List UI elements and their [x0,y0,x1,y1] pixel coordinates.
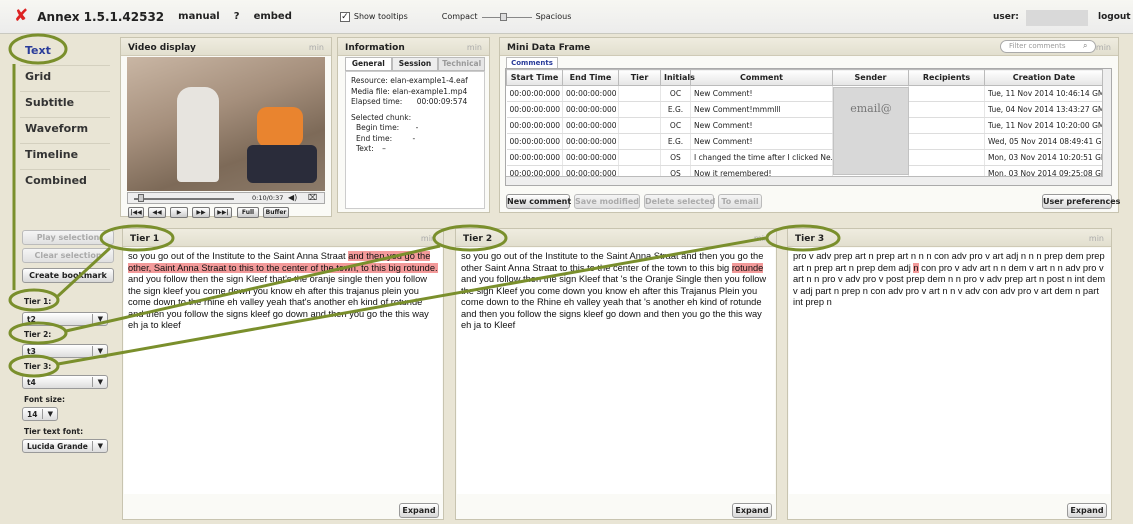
annotation-arrow-1 [56,246,112,298]
annotation-ellipse-tier2-label [8,321,68,345]
annotation-arrow-2 [65,244,441,333]
annotation-arrow-3 [57,236,767,366]
annotation-ellipse-tier3-label [8,354,60,378]
annotation-ellipse-tier3 [765,224,841,252]
annotation-ellipse-tier2 [432,224,508,252]
annotation-ellipse-tier1-label [8,288,60,312]
annotation-ellipse-text [8,33,68,65]
annotation-overlay [8,33,841,378]
annotation-ellipse-tier1 [99,224,175,252]
